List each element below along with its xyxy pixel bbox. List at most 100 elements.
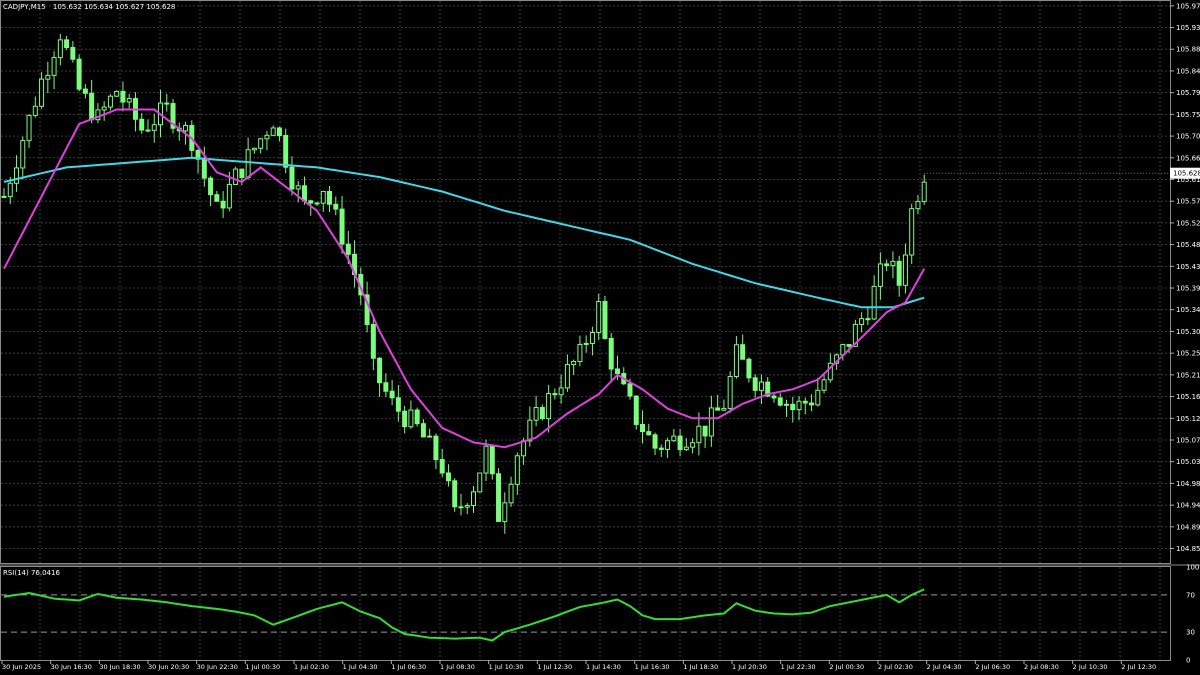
candle-body[interactable] — [464, 504, 470, 508]
candle-body[interactable] — [521, 440, 527, 457]
candle-body[interactable] — [571, 361, 577, 366]
candle-body[interactable] — [327, 190, 333, 205]
candle-body[interactable] — [802, 400, 808, 404]
candle-body[interactable] — [377, 357, 383, 384]
candle-body[interactable] — [596, 300, 602, 333]
candle-body[interactable] — [627, 383, 633, 397]
candle-body[interactable] — [251, 147, 257, 151]
candle-body[interactable] — [733, 344, 739, 378]
candle-body[interactable] — [183, 125, 189, 132]
candle-body[interactable] — [57, 39, 63, 59]
candle-body[interactable] — [865, 318, 871, 321]
candle-body[interactable] — [640, 423, 646, 433]
candle-body[interactable] — [771, 395, 777, 399]
candle-body[interactable] — [752, 377, 758, 391]
candle-body[interactable] — [502, 502, 508, 522]
candle-body[interactable] — [683, 446, 689, 451]
candle-body[interactable] — [201, 158, 207, 179]
candle-body[interactable] — [677, 435, 683, 451]
candle-body[interactable] — [784, 403, 789, 406]
candle-body[interactable] — [758, 381, 764, 391]
candle-body[interactable] — [408, 409, 414, 428]
candle-body[interactable] — [702, 425, 708, 437]
candle-body[interactable] — [577, 343, 583, 363]
trading-chart[interactable]: 105.975 105.930 105.885 105.840 105.795 105.7… — [0, 0, 1200, 675]
candle-body[interactable] — [809, 402, 815, 406]
candle-body[interactable] — [884, 263, 890, 267]
candle-body[interactable] — [715, 407, 721, 411]
candle-body[interactable] — [283, 134, 289, 168]
candle-body[interactable] — [64, 39, 70, 49]
candle-body[interactable] — [533, 407, 539, 421]
candle-body[interactable] — [32, 105, 38, 116]
candle-body[interactable] — [552, 393, 558, 396]
candle-body[interactable] — [301, 185, 307, 202]
candle-body[interactable] — [370, 324, 376, 359]
candle-body[interactable] — [871, 285, 877, 320]
candle-body[interactable] — [383, 382, 389, 392]
candle-body[interactable] — [859, 318, 865, 325]
candle-body[interactable] — [583, 342, 589, 345]
candle-body[interactable] — [483, 445, 489, 474]
candle-body[interactable] — [696, 425, 702, 444]
candle-body[interactable] — [690, 442, 696, 448]
candle-body[interactable] — [740, 344, 746, 360]
candle-body[interactable] — [777, 397, 783, 406]
candle-body[interactable] — [608, 337, 614, 370]
candle-body[interactable] — [821, 379, 827, 391]
candle-body[interactable] — [208, 177, 214, 196]
candle-body[interactable] — [308, 200, 314, 204]
candle-body[interactable] — [477, 472, 483, 493]
candle-body[interactable] — [333, 203, 339, 210]
candle-body[interactable] — [452, 480, 458, 508]
candle-body[interactable] — [264, 134, 270, 140]
candle-body[interactable] — [433, 435, 439, 461]
candle-body[interactable] — [233, 168, 239, 185]
candle-body[interactable] — [339, 208, 345, 245]
candle-body[interactable] — [120, 90, 126, 103]
candle-body[interactable] — [26, 114, 32, 142]
candle-body[interactable] — [915, 200, 921, 210]
candle-body[interactable] — [602, 300, 608, 339]
candle-body[interactable] — [558, 387, 564, 396]
candle-body[interactable] — [20, 140, 26, 169]
candle-body[interactable] — [76, 58, 82, 90]
candle-body[interactable] — [589, 331, 595, 344]
candle-body[interactable] — [514, 455, 520, 485]
candle-body[interactable] — [1, 195, 7, 198]
candle-body[interactable] — [414, 409, 420, 425]
candle-body[interactable] — [708, 407, 714, 437]
candle-body[interactable] — [671, 435, 677, 442]
candle-body[interactable] — [896, 260, 902, 286]
candle-body[interactable] — [39, 78, 45, 107]
candle-body[interactable] — [82, 88, 88, 94]
candle-body[interactable] — [145, 129, 151, 132]
candle-body[interactable] — [458, 506, 464, 509]
candle-body[interactable] — [489, 445, 495, 475]
candle-body[interactable] — [126, 98, 132, 103]
candle-body[interactable] — [439, 459, 445, 474]
candle-body[interactable] — [445, 472, 451, 482]
candle-body[interactable] — [101, 106, 107, 111]
candle-body[interactable] — [727, 376, 733, 409]
candle-body[interactable] — [89, 92, 95, 121]
candle-body[interactable] — [220, 200, 226, 209]
candle-body[interactable] — [614, 368, 620, 375]
candle-body[interactable] — [139, 118, 145, 131]
candle-body[interactable] — [45, 74, 51, 80]
candle-body[interactable] — [652, 434, 658, 449]
candle-body[interactable] — [902, 254, 908, 286]
candle-body[interactable] — [721, 407, 727, 411]
candle-body[interactable] — [151, 124, 157, 131]
candle-body[interactable] — [846, 344, 852, 347]
candle-body[interactable] — [633, 395, 639, 425]
candle-body[interactable] — [276, 127, 282, 136]
candle-body[interactable] — [564, 364, 570, 389]
candle-body[interactable] — [921, 181, 927, 202]
candle-body[interactable] — [245, 149, 251, 179]
candle-body[interactable] — [427, 435, 433, 438]
candle-body[interactable] — [320, 190, 326, 204]
candle-body[interactable] — [70, 47, 76, 60]
candle-body[interactable] — [665, 440, 671, 450]
candle-body[interactable] — [114, 90, 120, 97]
